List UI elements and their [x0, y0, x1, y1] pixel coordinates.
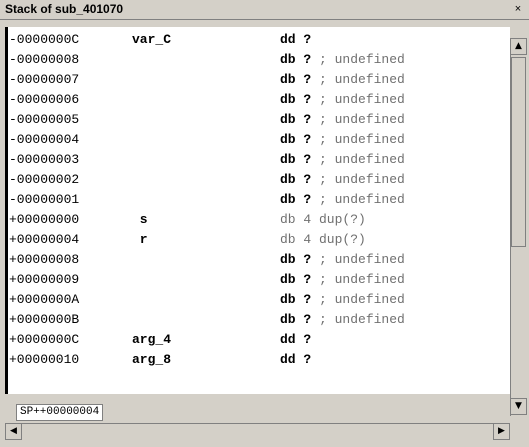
stack-var-type: db ? ; undefined — [280, 290, 405, 310]
window-title: Stack of sub_401070 — [5, 2, 124, 16]
stack-var-name[interactable]: s — [132, 210, 148, 230]
stack-offset: -00000005 — [9, 112, 80, 127]
stack-offset: -0000000C — [9, 32, 80, 47]
stack-offset: +0000000B — [9, 312, 80, 327]
stack-offset: -00000004 — [9, 132, 80, 147]
type-directive: db ? — [280, 112, 312, 127]
type-directive: db 4 dup(?) — [280, 232, 366, 247]
stack-var-type: db ? ; undefined — [280, 70, 405, 90]
type-comment: ; undefined — [311, 52, 405, 67]
stack-offset: +00000009 — [9, 272, 80, 287]
stack-var-type: db ? ; undefined — [280, 310, 405, 330]
type-directive: dd ? — [280, 352, 312, 367]
type-directive: db ? — [280, 52, 312, 67]
type-comment: ; undefined — [311, 312, 405, 327]
stack-listing[interactable]: -0000000C var_C dd ? -00000008 db ? ; undefi… — [5, 27, 510, 394]
scroll-up-icon[interactable]: ▲ — [510, 38, 527, 55]
type-directive: db ? — [280, 252, 312, 267]
stack-offset: +0000000A — [9, 292, 80, 307]
type-directive: db ? — [280, 172, 312, 187]
stack-var-name[interactable]: var_C — [132, 30, 171, 50]
status-bar: SP++00000004 — [5, 401, 510, 423]
stack-var-type: dd ? — [280, 330, 311, 350]
stack-offset: -00000003 — [9, 152, 80, 167]
type-directive: db ? — [280, 272, 312, 287]
vertical-scrollbar[interactable]: ▲ ▼ — [510, 38, 527, 416]
stack-offset: -00000001 — [9, 192, 80, 207]
stack-offset: +00000004 — [9, 232, 80, 247]
stack-var-type: db ? ; undefined — [280, 90, 405, 110]
type-comment: ; undefined — [311, 272, 405, 287]
scrollbar-thumb[interactable] — [511, 57, 526, 247]
stack-var-type: db ? ; undefined — [280, 150, 405, 170]
stack-var-name[interactable]: arg_8 — [132, 350, 171, 370]
horizontal-scrollbar[interactable]: ◀ ▶ — [5, 423, 510, 440]
type-comment: ; undefined — [311, 172, 405, 187]
stack-offset: +00000000 — [9, 212, 80, 227]
stack-var-type: db 4 dup(?) — [280, 230, 366, 250]
type-comment: ; undefined — [311, 192, 405, 207]
type-directive: dd ? — [280, 32, 312, 47]
type-comment: ; undefined — [311, 132, 405, 147]
stack-var-type: dd ? — [280, 30, 311, 50]
stack-view-window: Stack of sub_401070 × -0000000C var_C dd ?… — [0, 0, 529, 447]
type-directive: db ? — [280, 192, 312, 207]
stack-var-type: db ? ; undefined — [280, 190, 405, 210]
type-directive: db ? — [280, 292, 312, 307]
stack-var-type: db ? ; undefined — [280, 110, 405, 130]
type-directive: db 4 dup(?) — [280, 212, 366, 227]
stack-offset: -00000002 — [9, 172, 80, 187]
type-directive: db ? — [280, 152, 312, 167]
stack-pointer-status: SP++00000004 — [16, 404, 104, 421]
type-directive: db ? — [280, 132, 312, 147]
stack-offset: +00000008 — [9, 252, 80, 267]
scroll-right-icon[interactable]: ▶ — [493, 423, 510, 440]
type-directive: db ? — [280, 92, 312, 107]
type-directive: db ? — [280, 312, 312, 327]
scroll-down-icon[interactable]: ▼ — [510, 398, 527, 415]
type-comment: ; undefined — [311, 252, 405, 267]
stack-var-type: db 4 dup(?) — [280, 210, 366, 230]
type-comment: ; undefined — [311, 292, 405, 307]
stack-var-type: db ? ; undefined — [280, 50, 405, 70]
stack-var-type: dd ? — [280, 350, 311, 370]
stack-offset: +00000010 — [9, 352, 80, 367]
type-comment: ; undefined — [311, 152, 405, 167]
type-comment: ; undefined — [311, 72, 405, 87]
type-comment: ; undefined — [311, 112, 405, 127]
stack-var-name[interactable]: r — [132, 230, 148, 250]
stack-offset: -00000007 — [9, 72, 80, 87]
stack-var-type: db ? ; undefined — [280, 250, 405, 270]
scroll-left-icon[interactable]: ◀ — [5, 423, 22, 440]
close-icon[interactable]: × — [511, 2, 525, 16]
stack-offset: -00000006 — [9, 92, 80, 107]
type-comment: ; undefined — [311, 92, 405, 107]
stack-var-type: db ? ; undefined — [280, 170, 405, 190]
stack-offset: -00000008 — [9, 52, 80, 67]
title-bar[interactable]: Stack of sub_401070 × — [0, 0, 529, 20]
stack-var-type: db ? ; undefined — [280, 130, 405, 150]
type-directive: dd ? — [280, 332, 312, 347]
stack-var-type: db ? ; undefined — [280, 270, 405, 290]
stack-offset: +0000000C — [9, 332, 80, 347]
stack-var-name[interactable]: arg_4 — [132, 330, 171, 350]
type-directive: db ? — [280, 72, 312, 87]
